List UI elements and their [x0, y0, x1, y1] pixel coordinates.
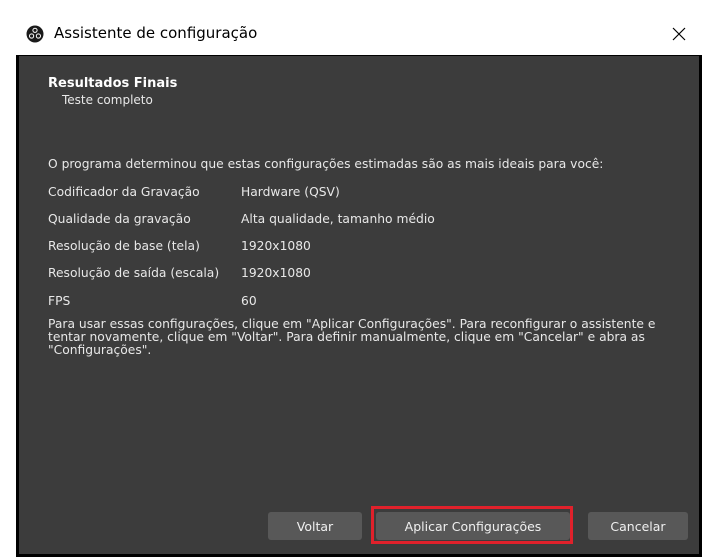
title-bar: Assistente de configuração: [16, 12, 702, 56]
close-icon: [672, 27, 686, 40]
setting-value: 1920x1080: [241, 239, 311, 253]
setting-value: 1920x1080: [241, 266, 311, 280]
page-subtitle: Teste completo: [62, 93, 153, 107]
wizard-window: Assistente de configuração Resultados Fi…: [16, 12, 702, 557]
window-title: Assistente de configuração: [54, 24, 258, 42]
setting-label: FPS: [48, 294, 71, 308]
setting-value: Alta qualidade, tamanho médio: [241, 212, 435, 226]
apply-settings-button[interactable]: Aplicar Configurações: [376, 512, 570, 540]
cancel-button[interactable]: Cancelar: [588, 512, 688, 540]
close-button[interactable]: [656, 12, 702, 55]
wizard-content: Resultados Finais Teste completo O progr…: [19, 56, 699, 554]
setting-label: Resolução de base (tela): [48, 239, 200, 253]
setting-label: Resolução de saída (escala): [48, 266, 220, 280]
instructions-text: Para usar essas configurações, clique em…: [48, 317, 656, 357]
intro-text: O programa determinou que estas configur…: [48, 157, 604, 171]
setting-label: Codificador da Gravação: [48, 185, 200, 199]
back-button[interactable]: Voltar: [268, 512, 362, 540]
setting-label: Qualidade da gravação: [48, 212, 191, 226]
setting-value: 60: [241, 294, 257, 308]
setting-value: Hardware (QSV): [241, 185, 340, 199]
page-title: Resultados Finais: [48, 76, 178, 91]
obs-logo-icon: [26, 25, 44, 43]
